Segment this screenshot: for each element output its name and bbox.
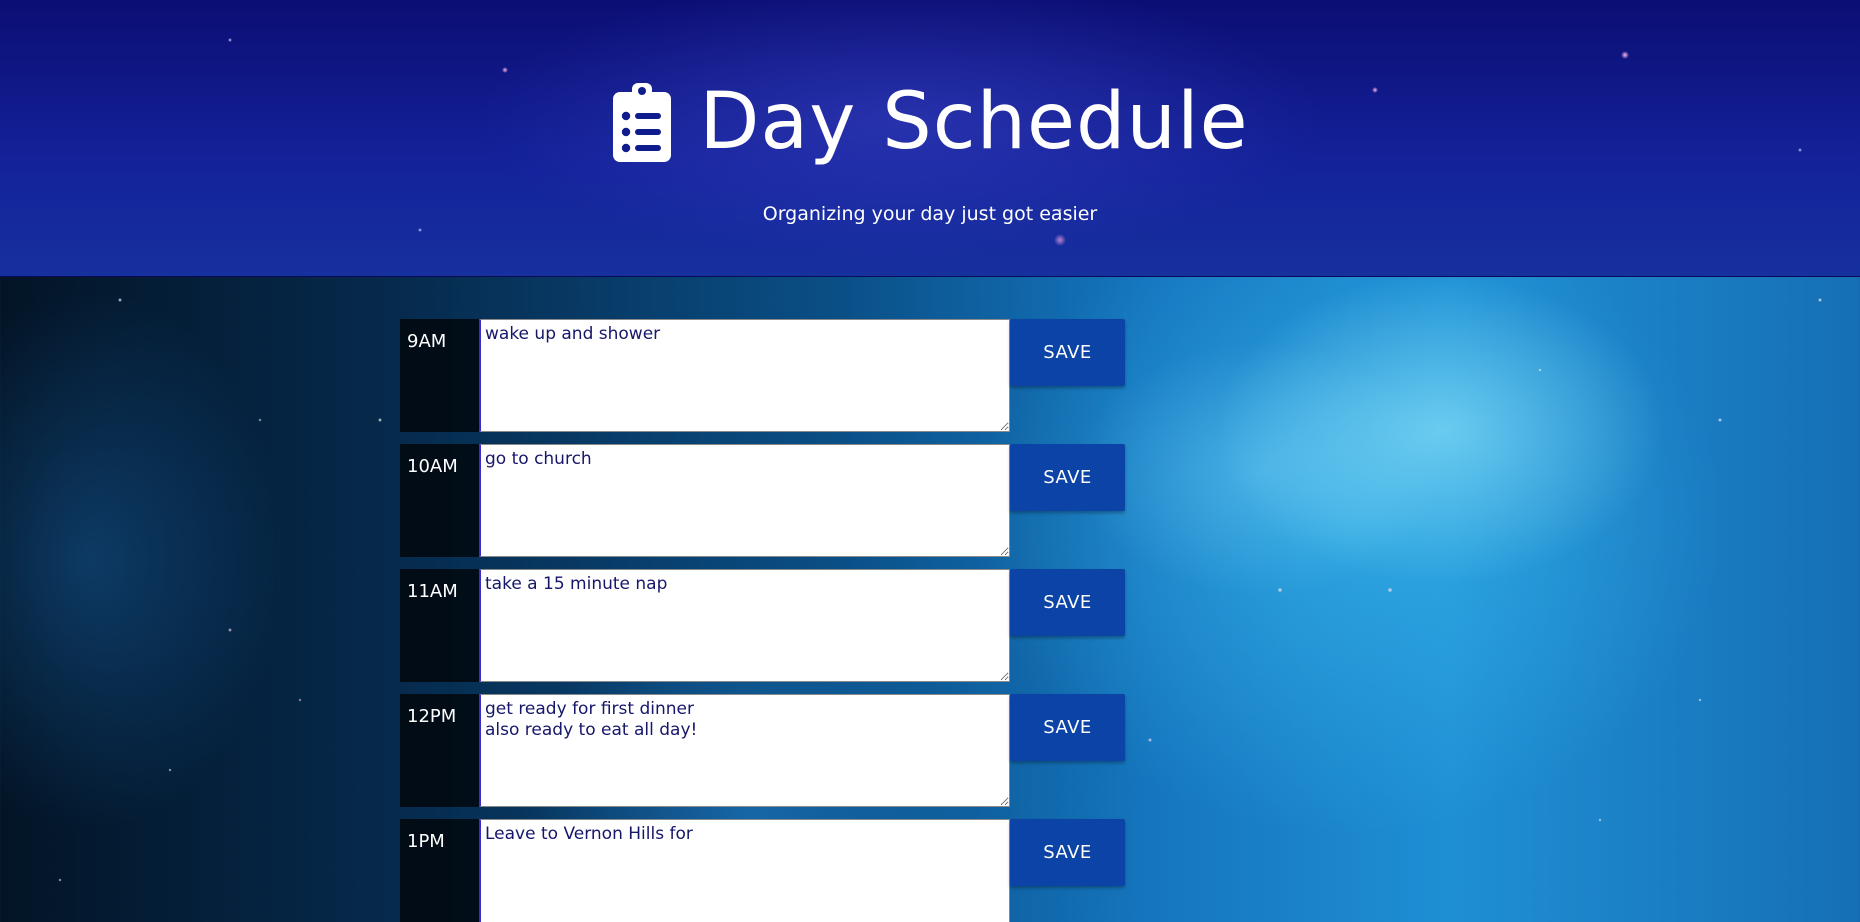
event-description-input[interactable]: Leave to Vernon Hills for — [479, 819, 1010, 922]
time-block-11am: 11AM take a 15 minute nap SAVE — [400, 569, 1127, 682]
save-button[interactable]: SAVE — [1010, 819, 1125, 886]
event-description-input[interactable]: get ready for first dinner also ready to… — [479, 694, 1010, 807]
event-description-input[interactable]: go to church — [479, 444, 1010, 557]
hour-label: 12PM — [400, 694, 479, 807]
event-description-input[interactable]: wake up and shower — [479, 319, 1010, 432]
schedule-container: 9AM wake up and shower SAVE 10AM go to c… — [400, 319, 1127, 922]
save-button[interactable]: SAVE — [1010, 319, 1125, 386]
time-block-10am: 10AM go to church SAVE — [400, 444, 1127, 557]
time-block-9am: 9AM wake up and shower SAVE — [400, 319, 1127, 432]
event-description-input[interactable]: take a 15 minute nap — [479, 569, 1010, 682]
page-subtitle: Organizing your day just got easier — [762, 203, 1098, 225]
save-button[interactable]: SAVE — [1010, 694, 1125, 761]
hour-label: 9AM — [400, 319, 479, 432]
save-button[interactable]: SAVE — [1010, 569, 1125, 636]
time-block-12pm: 12PM get ready for first dinner also rea… — [400, 694, 1127, 807]
clipboard-list-icon — [611, 80, 673, 164]
page-title: Day Schedule — [699, 77, 1249, 167]
title-row: Day Schedule — [0, 80, 1860, 164]
hour-label: 11AM — [400, 569, 479, 682]
save-button[interactable]: SAVE — [1010, 444, 1125, 511]
hour-label: 10AM — [400, 444, 479, 557]
hour-label: 1PM — [400, 819, 479, 922]
time-block-1pm: 1PM Leave to Vernon Hills for SAVE — [400, 819, 1127, 922]
page-header: Day Schedule Organizing your day just go… — [0, 0, 1860, 277]
